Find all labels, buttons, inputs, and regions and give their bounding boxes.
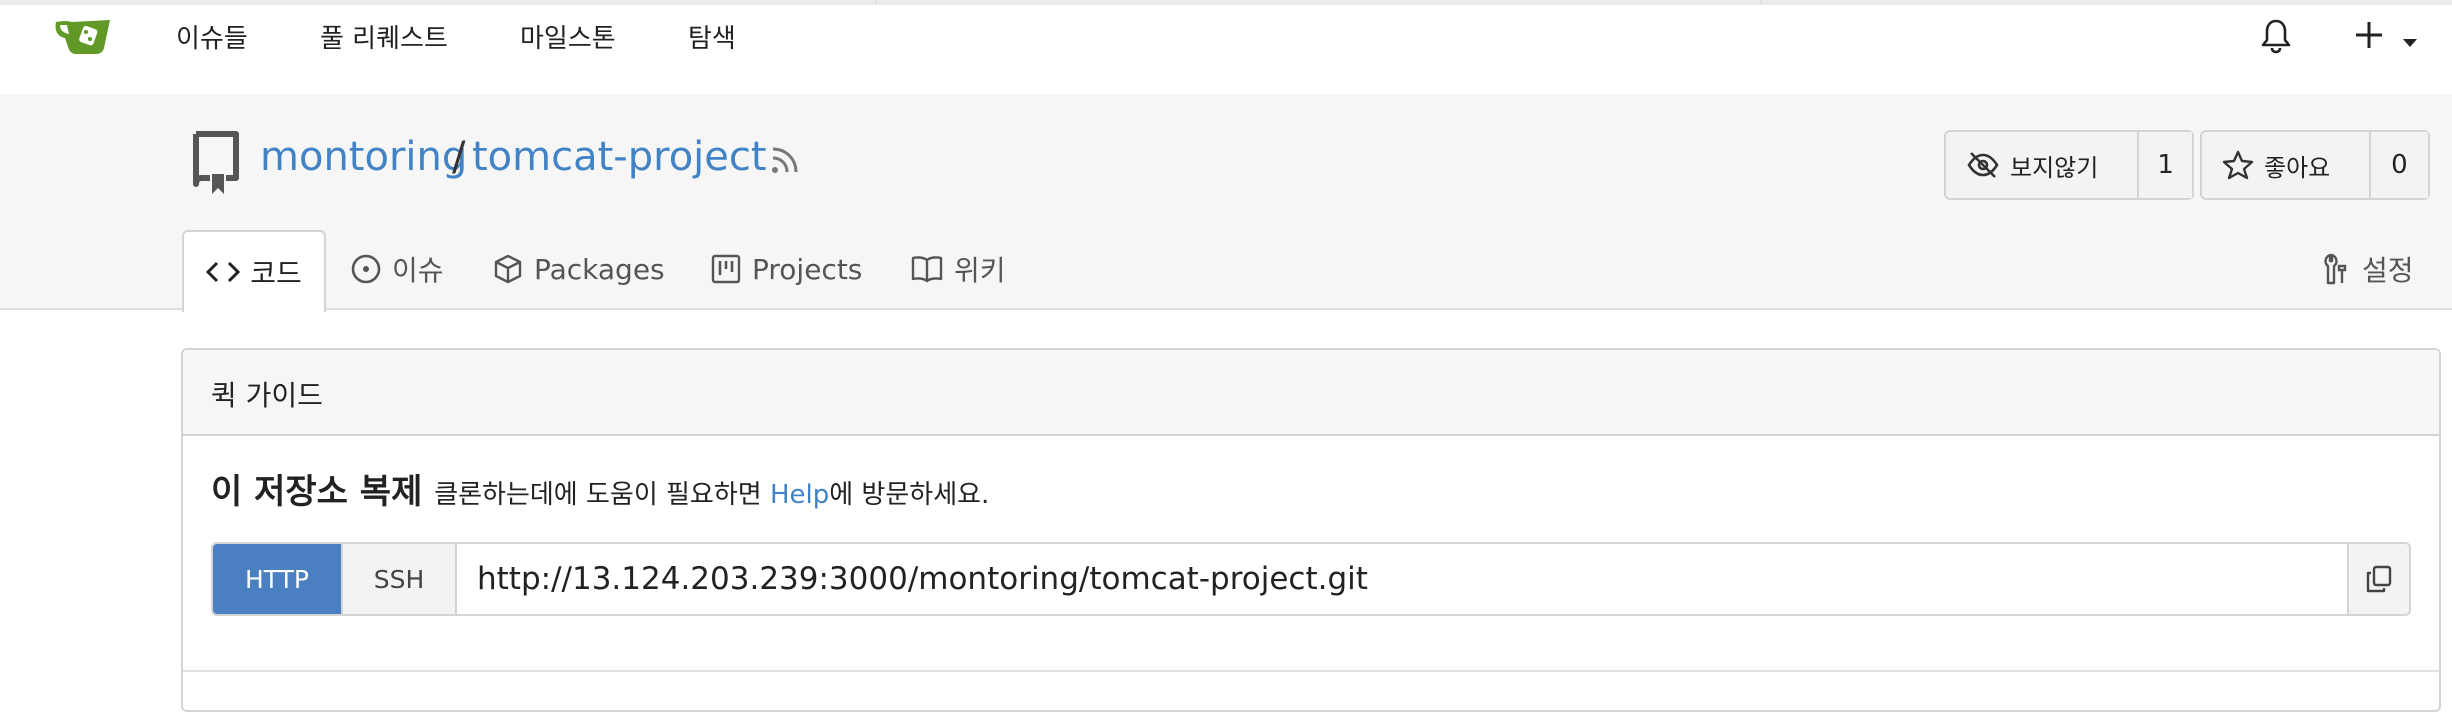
unwatch-button[interactable]: 보지않기 <box>1946 132 2137 198</box>
repo-icon <box>188 130 242 200</box>
nav-issues-link[interactable]: 이슈들 <box>176 18 248 55</box>
tab-issues-label: 이슈 <box>392 254 444 287</box>
code-icon <box>206 261 241 283</box>
gitea-logo-icon[interactable] <box>52 14 116 62</box>
nav-milestones-link[interactable]: 마일스톤 <box>520 18 616 55</box>
tab-projects[interactable]: Projects <box>710 230 862 308</box>
tab-projects-label: Projects <box>752 252 863 286</box>
tab-packages-label: Packages <box>534 252 665 286</box>
quick-guide-header: 퀵 가이드 <box>183 350 2439 436</box>
tab-code[interactable]: 코드 <box>182 230 326 312</box>
browser-tab-strip <box>0 0 2452 5</box>
star-button-group: 좋아요 0 <box>2200 130 2430 200</box>
tab-settings[interactable]: 설정 <box>2320 230 2414 308</box>
quick-guide-card: 퀵 가이드 이 저장소 복제 클론하는데에 도움이 필요하면 Help에 방문하… <box>181 348 2441 712</box>
package-icon <box>494 254 522 284</box>
nav-pull-requests-link[interactable]: 풀 리퀘스트 <box>320 18 448 55</box>
issue-icon <box>351 254 381 284</box>
clone-help-suffix: 에 방문하세요. <box>829 480 990 510</box>
eye-closed-icon <box>1967 152 1999 178</box>
tab-wiki[interactable]: 위키 <box>910 230 1006 308</box>
book-icon <box>911 256 943 283</box>
tab-settings-label: 설정 <box>2362 254 2414 287</box>
copy-icon <box>2366 565 2392 593</box>
http-clone-button[interactable]: HTTP <box>213 544 341 614</box>
clone-heading-text: 이 저장소 복제 <box>211 472 423 512</box>
tab-code-label: 코드 <box>250 257 302 290</box>
clone-url-bar: HTTP SSH <box>211 542 2411 616</box>
project-icon <box>711 254 741 284</box>
clone-help-text: 클론하는데에 도움이 필요하면 Help에 방문하세요. <box>434 480 989 510</box>
quick-guide-title: 퀵 가이드 <box>211 379 323 412</box>
tab-packages[interactable]: Packages <box>492 230 665 308</box>
star-count[interactable]: 0 <box>2368 132 2428 198</box>
create-new-plus-icon[interactable] <box>2352 18 2386 56</box>
clone-heading: 이 저장소 복제 클론하는데에 도움이 필요하면 Help에 방문하세요. <box>211 464 989 513</box>
tab-issues[interactable]: 이슈 <box>350 230 444 308</box>
clone-help-prefix: 클론하는데에 도움이 필요하면 <box>434 480 770 510</box>
nav-explore-link[interactable]: 탐색 <box>688 18 736 55</box>
notification-bell-icon[interactable] <box>2260 18 2292 58</box>
chevron-down-icon[interactable] <box>2402 33 2418 52</box>
card-divider <box>183 670 2439 672</box>
clone-url-input[interactable] <box>457 544 2347 614</box>
star-icon <box>2222 150 2254 180</box>
help-link[interactable]: Help <box>770 480 829 510</box>
ssh-clone-button[interactable]: SSH <box>341 544 457 614</box>
tools-icon <box>2324 253 2347 285</box>
repo-owner-link[interactable]: montoring <box>260 134 467 180</box>
tab-wiki-label: 위키 <box>954 254 1006 287</box>
star-button[interactable]: 좋아요 <box>2202 132 2369 198</box>
watch-button-group: 보지않기 1 <box>1944 130 2194 200</box>
rss-feed-icon[interactable] <box>770 145 800 179</box>
star-label: 좋아요 <box>2264 153 2331 182</box>
repo-name-link[interactable]: tomcat-project <box>472 134 767 180</box>
copy-url-button[interactable] <box>2347 544 2409 614</box>
watch-count[interactable]: 1 <box>2137 132 2192 198</box>
repo-path-separator: / <box>452 134 466 180</box>
top-navbar: 이슈들 풀 리퀘스트 마일스톤 탐색 <box>0 0 2452 96</box>
unwatch-label: 보지않기 <box>2010 153 2099 182</box>
